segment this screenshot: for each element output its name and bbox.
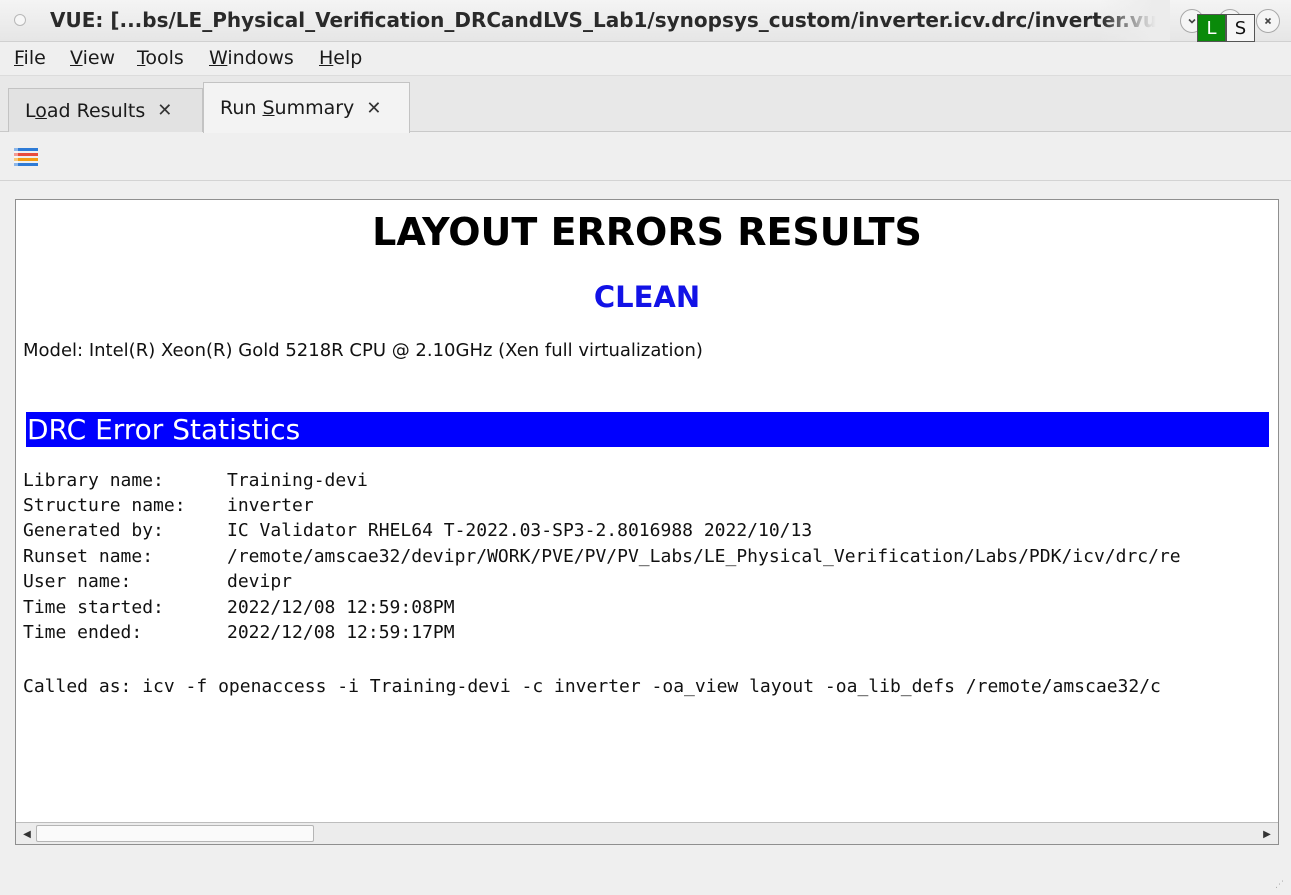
report-heading: LAYOUT ERRORS RESULTS bbox=[372, 210, 922, 254]
report-list-icon[interactable] bbox=[14, 147, 38, 167]
field-row: Time started: 2022/12/08 12:59:08PM bbox=[23, 597, 455, 621]
tab-run-summary[interactable]: Run Summary ✕ bbox=[203, 82, 410, 133]
horizontal-scrollbar[interactable]: ◀ ▶ bbox=[16, 822, 1278, 844]
scrollbar-thumb[interactable] bbox=[36, 825, 314, 842]
field-row: Runset name: /remote/amscae32/devipr/WOR… bbox=[23, 546, 1181, 570]
tab-label: Run Summary bbox=[220, 97, 355, 119]
resize-grip-icon[interactable]: ⋰ bbox=[1275, 880, 1284, 890]
menu-windows[interactable]: Windows bbox=[209, 47, 294, 69]
l-indicator-button[interactable]: L bbox=[1197, 14, 1226, 42]
field-label: Structure name: bbox=[23, 495, 186, 516]
field-row: Structure name: inverter bbox=[23, 495, 314, 519]
field-value: inverter bbox=[227, 495, 314, 516]
report-panel: LAYOUT ERRORS RESULTS CLEAN Model: Intel… bbox=[15, 199, 1279, 845]
field-label: User name: bbox=[23, 571, 132, 592]
scroll-right-icon[interactable]: ▶ bbox=[1258, 825, 1276, 843]
field-label: Time ended: bbox=[23, 622, 143, 643]
field-value: IC Validator RHEL64 T-2022.03-SP3-2.8016… bbox=[227, 520, 813, 541]
menu-bar: File View Tools Windows Help bbox=[0, 42, 1291, 76]
close-icon[interactable] bbox=[1256, 9, 1280, 33]
menu-view[interactable]: View bbox=[70, 47, 115, 69]
toolbar bbox=[0, 133, 1291, 181]
field-value: Training-devi bbox=[227, 470, 368, 491]
field-row: Generated by: IC Validator RHEL64 T-2022… bbox=[23, 520, 812, 544]
close-tab-icon[interactable]: ✕ bbox=[157, 100, 172, 121]
menu-file[interactable]: File bbox=[14, 47, 46, 69]
field-value: devipr bbox=[227, 571, 293, 592]
field-value: 2022/12/08 12:59:08PM bbox=[227, 597, 455, 618]
tab-label: Load Results bbox=[25, 99, 146, 122]
field-value: /remote/amscae32/devipr/WORK/PVE/PV/PV_L… bbox=[227, 546, 1181, 567]
field-value: 2022/12/08 12:59:17PM bbox=[227, 622, 455, 643]
report-viewport: LAYOUT ERRORS RESULTS CLEAN Model: Intel… bbox=[16, 200, 1278, 822]
field-row: Library name: Training-devi bbox=[23, 470, 368, 494]
scrollbar-track[interactable] bbox=[36, 825, 1256, 842]
called-as-command: Called as: icv -f openaccess -i Training… bbox=[23, 676, 1161, 697]
scroll-left-icon[interactable]: ◀ bbox=[18, 825, 36, 843]
field-row: Time ended: 2022/12/08 12:59:17PM bbox=[23, 622, 455, 646]
window-menu-icon[interactable] bbox=[14, 14, 26, 26]
menu-tools[interactable]: Tools bbox=[137, 47, 184, 69]
field-label: Time started: bbox=[23, 597, 164, 618]
tab-load-results[interactable]: Load Results ✕ bbox=[8, 88, 203, 132]
close-tab-icon[interactable]: ✕ bbox=[366, 98, 381, 119]
field-label: Generated by: bbox=[23, 520, 164, 541]
section-drc-error-statistics: DRC Error Statistics bbox=[26, 412, 1269, 447]
field-row: User name: devipr bbox=[23, 571, 292, 595]
window-title: VUE: [...bs/LE_Physical_Verification_DRC… bbox=[50, 8, 1168, 32]
status-clean: CLEAN bbox=[593, 280, 701, 314]
cpu-model: Model: Intel(R) Xeon(R) Gold 5218R CPU @… bbox=[23, 340, 703, 361]
s-indicator-button[interactable]: S bbox=[1226, 14, 1255, 42]
menu-help[interactable]: Help bbox=[319, 47, 362, 69]
field-label: Runset name: bbox=[23, 546, 154, 567]
tab-bar: Load Results ✕ Run Summary ✕ bbox=[0, 76, 1291, 133]
window-titlebar: VUE: [...bs/LE_Physical_Verification_DRC… bbox=[0, 0, 1291, 42]
field-label: Library name: bbox=[23, 470, 164, 491]
status-bar bbox=[0, 850, 1291, 895]
